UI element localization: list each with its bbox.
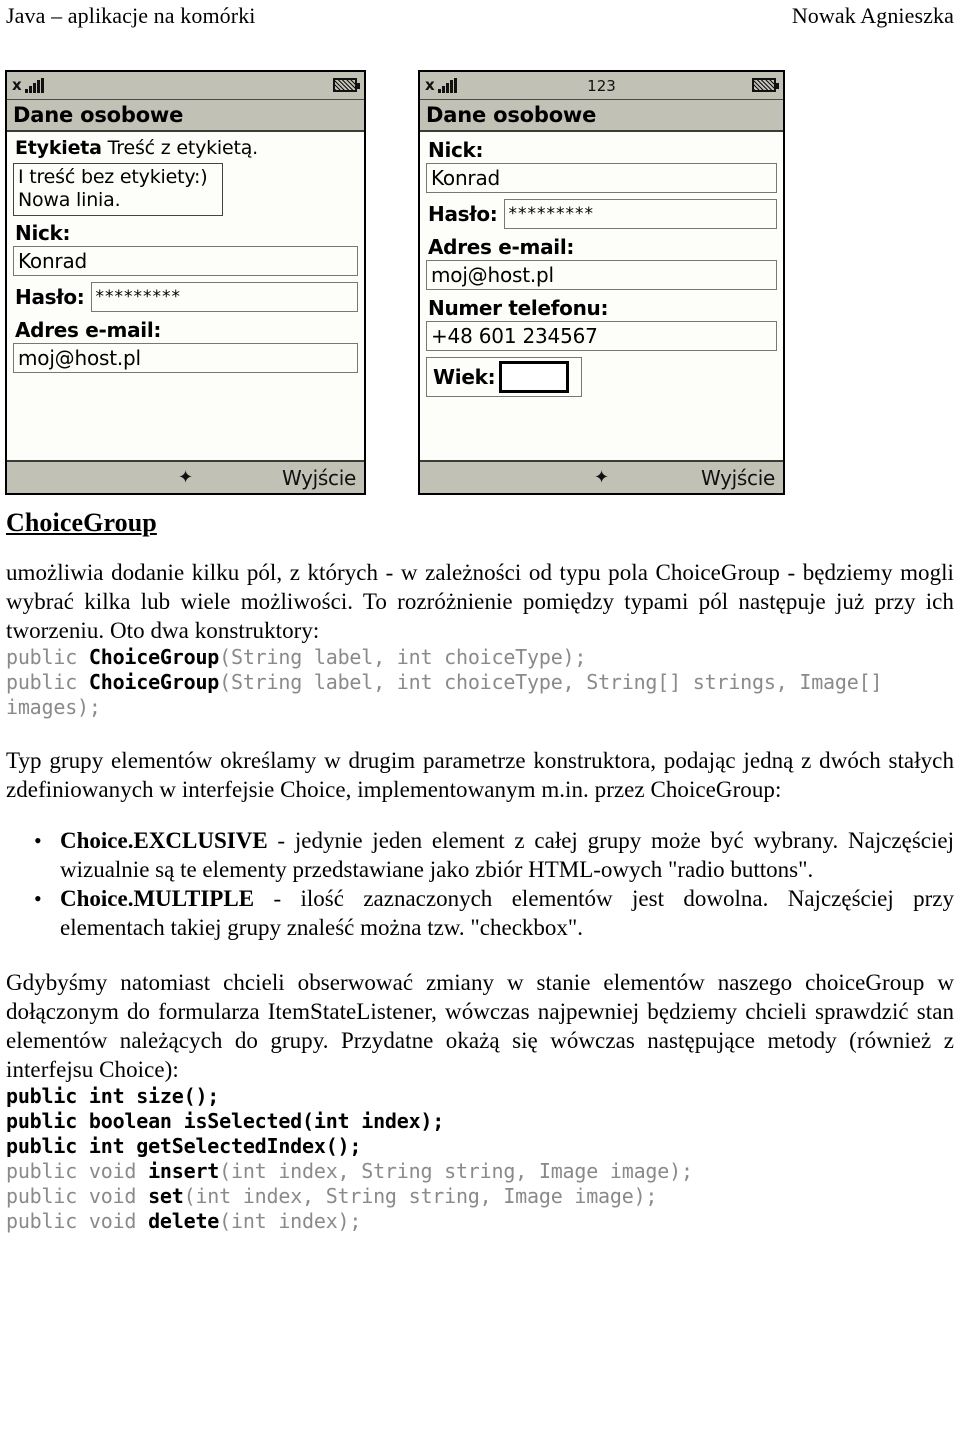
- code-method-insert-pre: public void: [6, 1159, 149, 1183]
- phone-field-label: Numer telefonu:: [428, 296, 609, 320]
- battery-icon: [333, 78, 360, 92]
- email-field-value: moj@host.pl: [18, 346, 141, 370]
- paragraph-itemstatelistener: Gdybyśmy natomiast chcieli obserwować zm…: [6, 970, 954, 1082]
- age-field-row-focused[interactable]: Wiek:: [426, 357, 582, 397]
- email-field-label: Adres e-mail:: [15, 318, 162, 342]
- code-method-isselected: public boolean isSelected(int index);: [6, 1109, 445, 1133]
- email-field-label: Adres e-mail:: [428, 235, 575, 259]
- string-item-no-label: I treść bez etykiety:) Nowa linia.: [13, 163, 223, 216]
- string-item-line-1: I treść bez etykiety:): [18, 166, 208, 188]
- nick-field[interactable]: Konrad: [13, 246, 358, 276]
- password-field-row: Hasło: *********: [13, 282, 358, 312]
- password-field-label: Hasło:: [428, 202, 498, 226]
- code-method-delete-post: (int index);: [219, 1209, 362, 1233]
- nick-field-value: Konrad: [431, 166, 501, 190]
- paragraph-intro: umożliwia dodanie kilku pól, z których -…: [6, 560, 954, 643]
- input-mode-indicator: 123: [587, 76, 616, 95]
- form-title-bar: Dane osobowe: [420, 100, 783, 132]
- nick-field-value: Konrad: [18, 249, 88, 273]
- figure-phone-screenshots: x Dane osobowe Etykieta Treść z etykietą…: [0, 62, 960, 502]
- form-title-bar: Dane osobowe: [7, 100, 364, 132]
- string-item-line-2: Nowa linia.: [18, 189, 121, 211]
- code-line-1-pre: public: [6, 645, 89, 669]
- paragraph-choice-types: Typ grupy elementów określamy w drugim p…: [6, 748, 954, 802]
- choice-exclusive-term: Choice.EXCLUSIVE: [60, 828, 268, 853]
- code-line-2-classname: ChoiceGroup: [88, 670, 220, 694]
- document-body: ChoiceGroup umożliwia dodanie kilku pól,…: [6, 508, 954, 1234]
- phone-field[interactable]: +48 601 234567: [426, 321, 777, 351]
- email-field-value: moj@host.pl: [431, 263, 554, 287]
- email-field[interactable]: moj@host.pl: [426, 260, 777, 290]
- age-field-label: Wiek:: [433, 365, 496, 389]
- battery-icon: [752, 78, 779, 92]
- code-method-delete-name: delete: [148, 1209, 220, 1233]
- header-document-title: Java – aplikacje na komórki: [6, 3, 256, 28]
- code-method-getselectedindex: public int getSelectedIndex();: [6, 1134, 362, 1158]
- code-method-set-pre: public void: [6, 1184, 149, 1208]
- password-field-label: Hasło:: [15, 285, 85, 309]
- nick-field-label: Nick:: [15, 221, 71, 245]
- choice-constants-list: Choice.EXCLUSIVE - jedynie jeden element…: [6, 826, 954, 942]
- phone-emulator-right: x 123 Dane osobowe Nick: Konrad Hasło: *…: [418, 70, 785, 495]
- code-block-methods: public int size(); public boolean isSele…: [6, 1084, 954, 1234]
- choice-multiple-term: Choice.MULTIPLE: [60, 886, 255, 911]
- password-field-value: *********: [95, 287, 181, 307]
- code-method-set-post: (int index, String string, Image image);: [183, 1184, 658, 1208]
- list-item: Choice.MULTIPLE - ilość zaznaczonych ele…: [34, 884, 954, 942]
- scroll-indicator-icon: ✦: [177, 466, 194, 488]
- antenna-icon: x: [12, 76, 22, 94]
- password-field[interactable]: *********: [503, 199, 777, 229]
- antenna-icon: x: [425, 76, 435, 94]
- code-method-delete-pre: public void: [6, 1209, 149, 1233]
- page-running-header: Java – aplikacje na komórki Nowak Agnies…: [0, 0, 960, 34]
- form-body: Nick: Konrad Hasło: ********* Adres e-ma…: [420, 132, 783, 460]
- code-method-insert-post: (int index, String string, Image image);: [219, 1159, 693, 1183]
- string-item-text: Treść z etykietą.: [107, 137, 259, 159]
- nick-field[interactable]: Konrad: [426, 163, 777, 193]
- status-bar: x 123: [420, 72, 783, 100]
- header-author-name: Nowak Agnieszka: [791, 3, 954, 28]
- string-item-with-label: Etykieta Treść z etykietą.: [15, 137, 358, 160]
- form-body: Etykieta Treść z etykietą. I treść bez e…: [7, 132, 364, 460]
- string-item-label: Etykieta: [15, 137, 102, 159]
- code-method-size: public int size();: [6, 1084, 220, 1108]
- password-field-value: *********: [508, 204, 594, 224]
- password-field-row: Hasło: *********: [426, 199, 777, 229]
- code-line-2-pre: public: [6, 670, 89, 694]
- email-field[interactable]: moj@host.pl: [13, 343, 358, 373]
- phone-emulator-left: x Dane osobowe Etykieta Treść z etykietą…: [5, 70, 366, 495]
- scroll-indicator-icon: ✦: [593, 466, 610, 488]
- code-line-1-post: (String label, int choiceType);: [219, 645, 587, 669]
- nick-field-label: Nick:: [428, 138, 484, 162]
- section-heading-choicegroup: ChoiceGroup: [6, 508, 157, 537]
- password-field[interactable]: *********: [90, 282, 358, 312]
- phone-field-value: +48 601 234567: [431, 324, 598, 348]
- code-line-1-classname: ChoiceGroup: [88, 645, 220, 669]
- soft-key-bar: ✦ Wyjście: [7, 460, 364, 493]
- status-bar: x: [7, 72, 364, 100]
- code-method-insert-name: insert: [148, 1159, 220, 1183]
- list-item: Choice.EXCLUSIVE - jedynie jeden element…: [34, 826, 954, 884]
- soft-key-bar: ✦ Wyjście: [420, 460, 783, 493]
- code-method-set-name: set: [148, 1184, 184, 1208]
- signal-bars-icon: [437, 78, 457, 93]
- age-field[interactable]: [499, 361, 570, 393]
- signal-bars-icon: [24, 78, 44, 93]
- code-block-constructors: public ChoiceGroup(String label, int cho…: [6, 645, 954, 720]
